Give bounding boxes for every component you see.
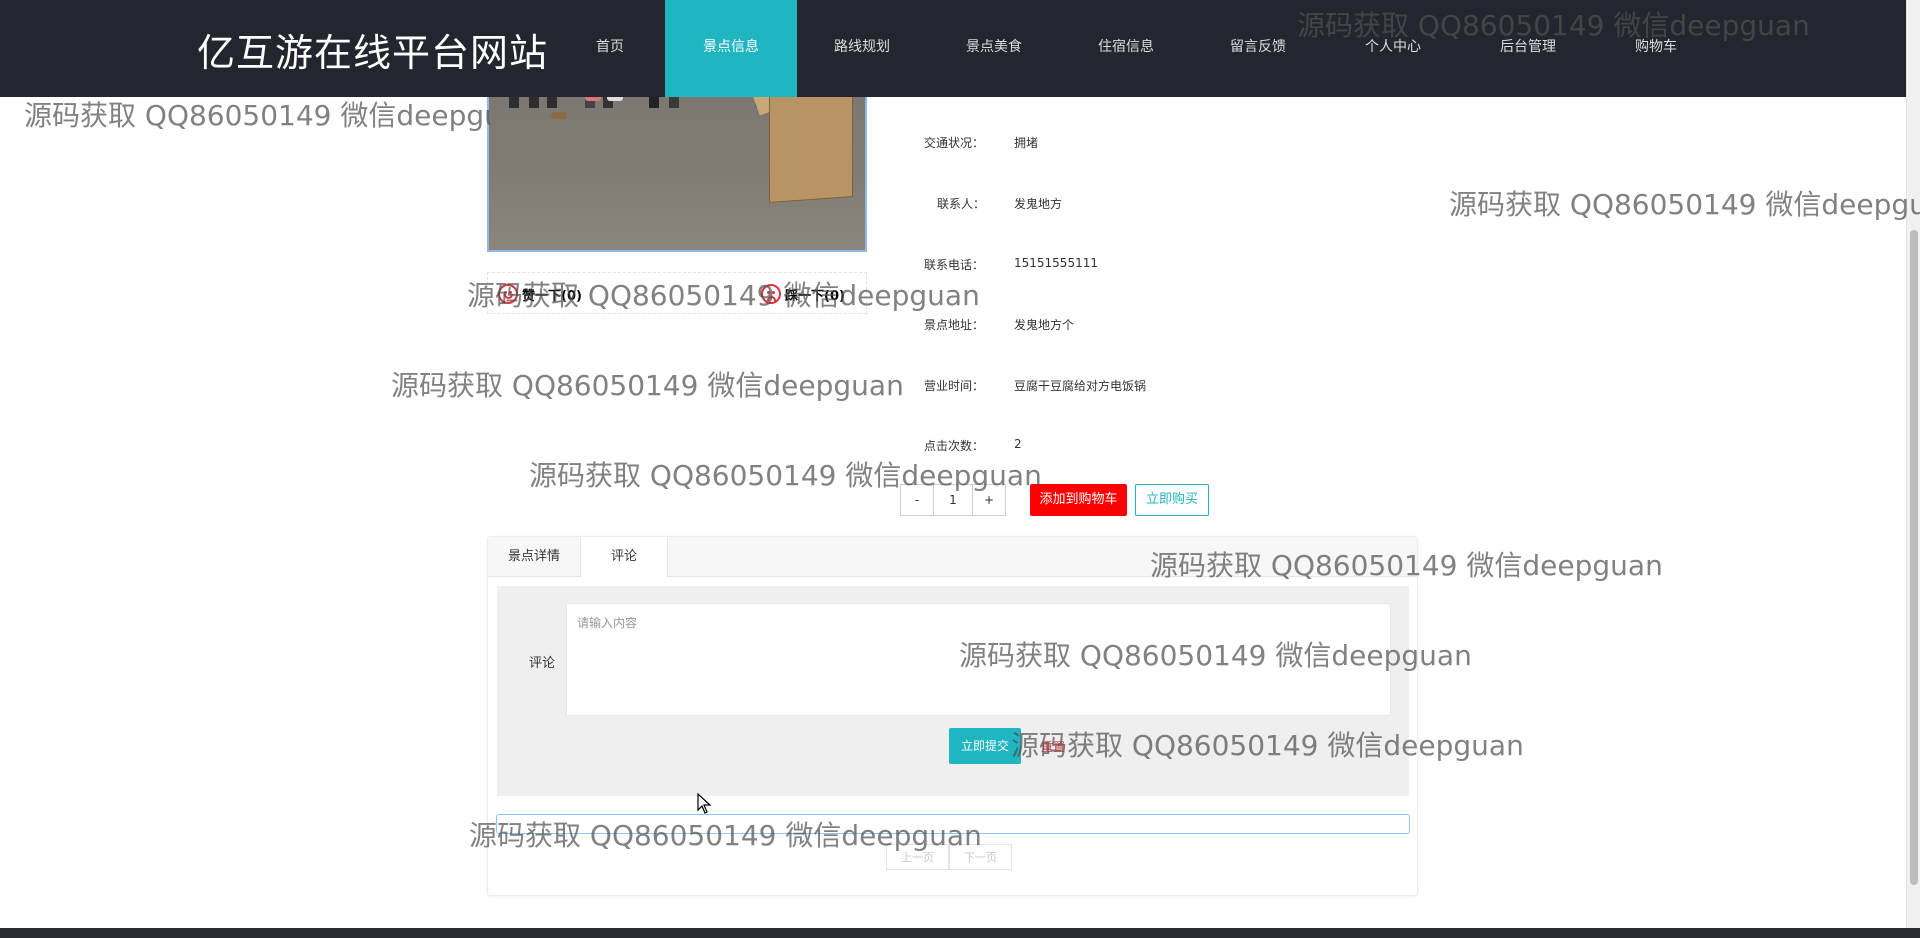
detail-value-phone: 15151555111 [1014,256,1098,270]
nav-item-food[interactable]: 景点美食 [952,0,1036,97]
nav-item-profile[interactable]: 个人中心 [1350,0,1436,97]
quantity-increase-button[interactable]: + [973,485,1005,515]
like-button[interactable]: 赞一下(0) [498,283,582,305]
submit-comment-button[interactable]: 立即提交 [949,728,1021,764]
quantity-decrease-button[interactable]: - [901,485,933,515]
mouse-cursor-icon [697,793,712,814]
comment-label: 评论 [529,656,556,671]
nav-item-cart[interactable]: 购物车 [1614,0,1698,97]
detail-label-hours: 营业时间： [924,379,985,393]
next-page-button[interactable]: 下一页 [949,844,1012,870]
detail-value-contact: 发鬼地方 [1014,197,1063,211]
reset-button[interactable]: 重置 [1041,738,1065,755]
detail-value-address: 发鬼地方个 [1014,318,1075,332]
nav-item-home[interactable]: 首页 [573,0,647,97]
detail-label-contact: 联系人： [937,197,986,211]
prev-page-button[interactable]: 上一页 [886,844,949,870]
pagination: 上一页 下一页 [886,844,1012,870]
tab-attraction-details[interactable]: 景点详情 [488,537,580,577]
comment-textarea[interactable]: 请输入内容 [566,603,1391,716]
site-brand[interactable]: 亿互游在线平台网站 [197,22,548,77]
detail-label-traffic: 交通状况： [924,136,985,150]
detail-label-clicks: 点击次数： [924,439,985,453]
tab-comments[interactable]: 评论 [580,537,668,578]
watermark: 源码获取 QQ86050149 微信deepguan [24,99,490,132]
detail-value-hours: 豆腐干豆腐给对方电饭锅 [1014,379,1147,393]
quantity-input[interactable]: 1 [933,485,973,515]
watermark: 源码获取 QQ86050149 微信deepguan [1449,188,1920,221]
comment-list [496,814,1410,834]
top-navbar: 亿互游在线平台网站 首页 景点信息 路线规划 景点美食 住宿信息 留言反馈 个人… [0,0,1906,97]
nav-item-routes[interactable]: 路线规划 [820,0,904,97]
nav-item-attractions[interactable]: 景点信息 [665,0,797,97]
detail-label-phone: 联系电话： [924,258,985,272]
scrollbar-thumb[interactable] [1910,230,1918,885]
nav-item-lodging[interactable]: 住宿信息 [1084,0,1168,97]
dislike-button[interactable]: 踩一下(0) [761,283,845,305]
nav-item-admin[interactable]: 后台管理 [1486,0,1570,97]
like-bar: 赞一下(0) 踩一下(0) [487,272,867,314]
detail-label-address: 景点地址： [924,318,985,332]
tab-bar: 景点详情 评论 [488,537,1417,578]
buy-now-button[interactable]: 立即购买 [1135,484,1209,516]
page-scrollbar[interactable] [1906,0,1920,928]
quantity-stepper: - 1 + [900,484,1006,516]
detail-value-traffic: 拥堵 [1014,136,1039,150]
add-to-cart-button[interactable]: 添加到购物车 [1030,484,1127,516]
dislike-label: 踩一下(0) [785,288,845,304]
frown-icon [761,284,781,304]
comment-form: 评论 请输入内容 立即提交 重置 [497,586,1409,796]
detail-value-clicks: 2 [1014,437,1022,451]
nav-item-feedback[interactable]: 留言反馈 [1216,0,1300,97]
smile-icon [498,284,518,304]
detail-tabs-panel: 景点详情 评论 评论 请输入内容 立即提交 重置 上一页 下一页 [487,536,1418,896]
watermark: 源码获取 QQ86050149 微信deepguan [391,369,904,402]
like-label: 赞一下(0) [522,288,582,304]
attraction-image [487,70,867,252]
footer [0,928,1920,938]
